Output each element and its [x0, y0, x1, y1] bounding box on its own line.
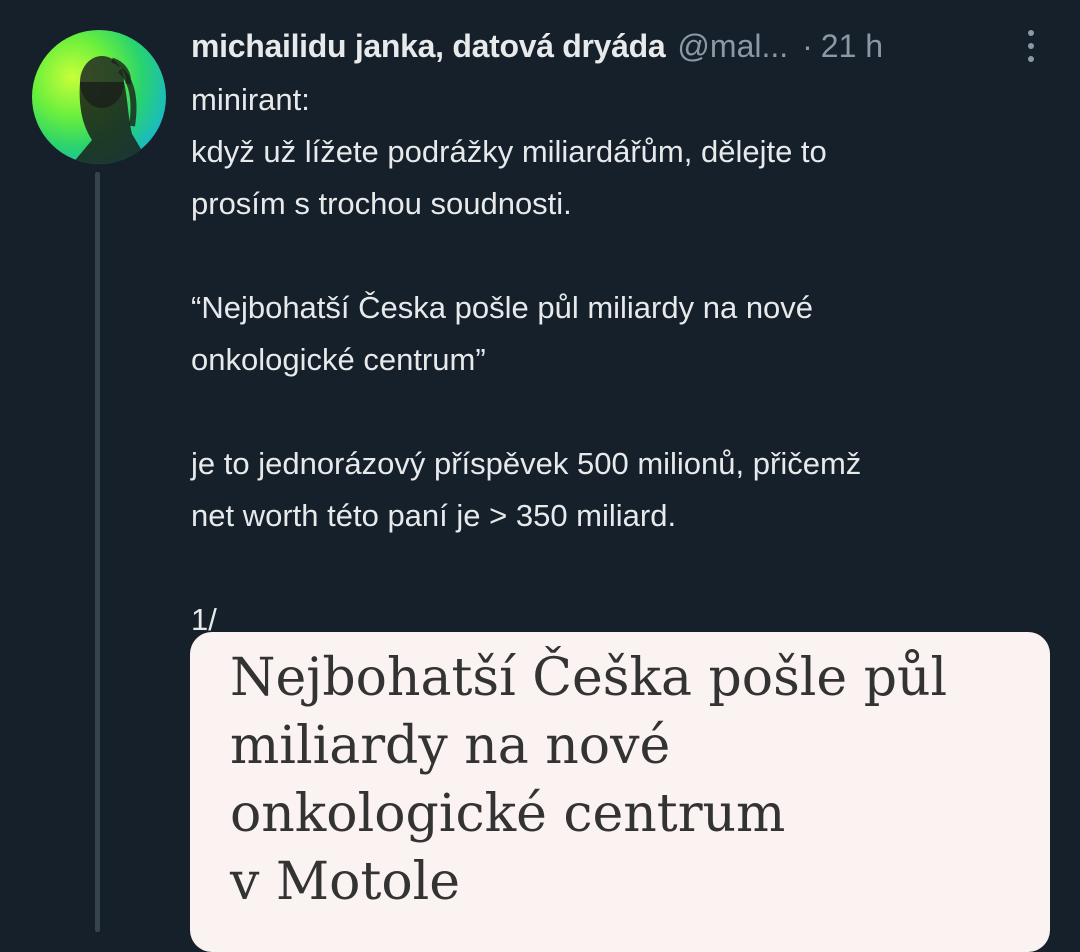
thread-line — [95, 172, 100, 932]
tweet[interactable]: michailidu janka, datová dryáda @mal... … — [0, 0, 1080, 952]
tweet-line-blank: ​ — [191, 542, 1051, 594]
tweet-line: minirant: — [191, 82, 310, 117]
tweet-line: je to jednorázový příspěvek 500 milionů,… — [191, 446, 862, 481]
tweet-text: minirant: když už lížete podrážky miliar… — [191, 74, 1051, 646]
user-handle[interactable]: @mal... — [677, 28, 788, 65]
timestamp[interactable]: 21 h — [821, 28, 883, 65]
tweet-line: net worth této paní je > 350 miliard. — [191, 498, 677, 533]
tweet-line: když už lížete podrážky miliardářům, děl… — [191, 134, 827, 169]
tweet-line: prosím s trochou soudnosti. — [191, 186, 572, 221]
media-headline: Nejbohatší Češka pošle půl miliardy na n… — [230, 644, 1030, 916]
media-headline-line: Nejbohatší Češka pošle půl — [230, 648, 948, 708]
display-name[interactable]: michailidu janka, datová dryáda — [191, 28, 666, 65]
tweet-header: michailidu janka, datová dryáda @mal... … — [191, 24, 1061, 68]
avatar[interactable] — [32, 30, 166, 164]
media-headline-line: onkologické centrum — [230, 784, 786, 844]
separator-dot: · — [802, 27, 813, 64]
tweet-line: onkologické centrum” — [191, 342, 486, 377]
tweet-line-blank: ​ — [191, 386, 1051, 438]
media-headline-line: v Motole — [230, 852, 461, 912]
media-headline-line: miliardy na nové — [230, 716, 671, 776]
more-vertical-icon — [1028, 56, 1034, 62]
more-vertical-icon — [1028, 30, 1034, 36]
tweet-line: “Nejbohatší Česka pošle půl miliardy na … — [191, 290, 814, 325]
more-options-button[interactable] — [1020, 26, 1044, 66]
more-vertical-icon — [1028, 43, 1034, 49]
tweet-line-blank: ​ — [191, 230, 1051, 282]
avatar-portrait-icon — [72, 56, 150, 164]
media-image-card[interactable]: Nejbohatší Češka pošle půl miliardy na n… — [190, 632, 1050, 952]
